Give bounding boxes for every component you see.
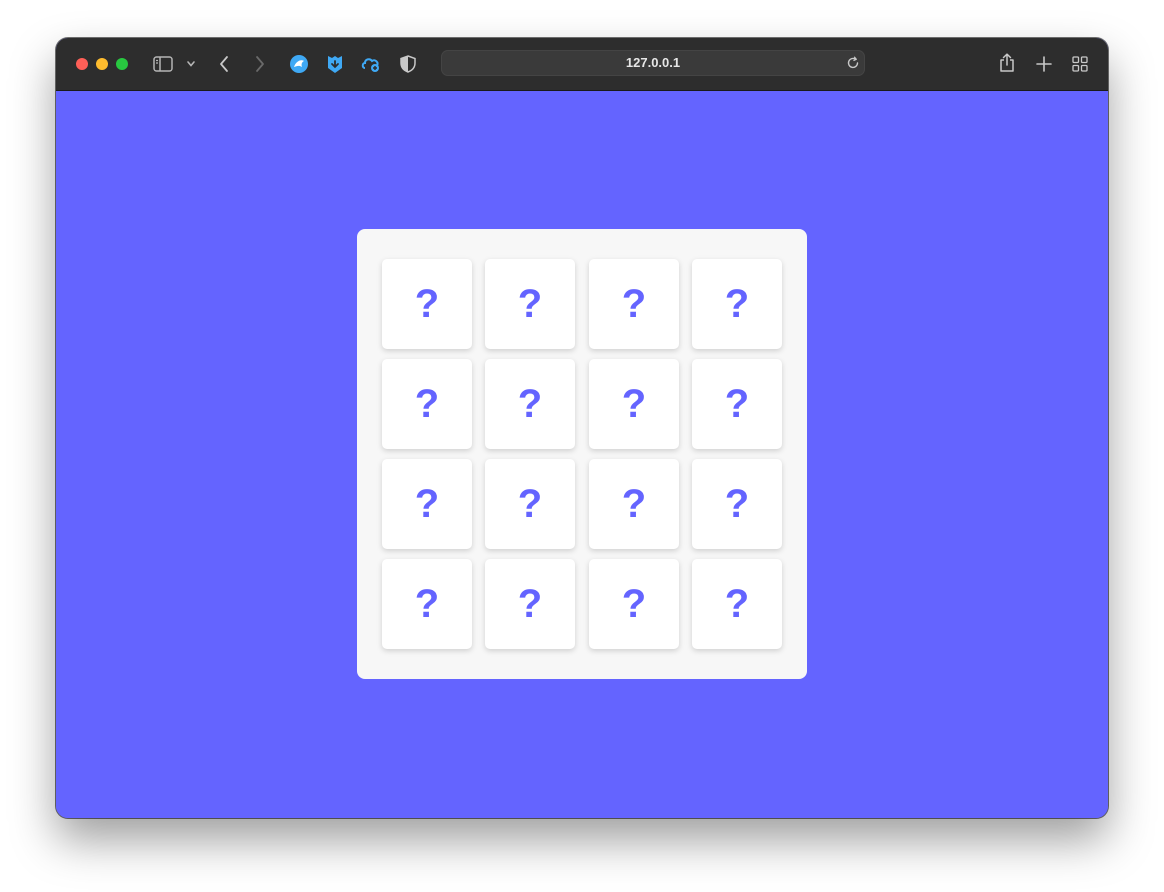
url-text: 127.0.0.1 bbox=[625, 55, 681, 70]
address-bar[interactable]: 127.0.0.1 bbox=[441, 50, 865, 76]
memory-card[interactable]: ? bbox=[692, 259, 782, 349]
extension-cloud-icon[interactable] bbox=[360, 53, 382, 75]
chevron-down-icon[interactable] bbox=[184, 58, 198, 70]
memory-card[interactable]: ? bbox=[382, 259, 472, 349]
minimize-window-button[interactable] bbox=[96, 58, 108, 70]
memory-card[interactable]: ? bbox=[485, 559, 575, 649]
question-mark-label: ? bbox=[517, 482, 543, 526]
zoom-window-button[interactable] bbox=[116, 58, 128, 70]
memory-game-board: ? ? ? ? ? ? ? ? ? ? ? ? ? ? ? ? bbox=[357, 229, 807, 679]
question-mark-label: ? bbox=[621, 282, 647, 326]
back-icon[interactable] bbox=[216, 54, 232, 74]
browser-toolbar: 127.0.0.1 bbox=[56, 38, 1108, 91]
memory-card[interactable]: ? bbox=[382, 559, 472, 649]
question-mark-label: ? bbox=[517, 382, 543, 426]
question-mark-label: ? bbox=[724, 282, 750, 326]
question-mark-label: ? bbox=[414, 582, 440, 626]
memory-card[interactable]: ? bbox=[485, 459, 575, 549]
memory-card[interactable]: ? bbox=[692, 559, 782, 649]
question-mark-label: ? bbox=[414, 382, 440, 426]
tab-overview-icon[interactable] bbox=[1069, 53, 1091, 75]
memory-card[interactable]: ? bbox=[382, 359, 472, 449]
extension-shield-icon[interactable] bbox=[324, 53, 346, 75]
question-mark-label: ? bbox=[724, 382, 750, 426]
memory-card[interactable]: ? bbox=[485, 259, 575, 349]
memory-card[interactable]: ? bbox=[589, 359, 679, 449]
share-icon[interactable] bbox=[996, 52, 1018, 74]
new-tab-icon[interactable] bbox=[1033, 53, 1055, 75]
memory-card[interactable]: ? bbox=[692, 459, 782, 549]
memory-card[interactable]: ? bbox=[692, 359, 782, 449]
memory-card[interactable]: ? bbox=[485, 359, 575, 449]
question-mark-label: ? bbox=[621, 382, 647, 426]
question-mark-label: ? bbox=[414, 482, 440, 526]
browser-window: 127.0.0.1 ? ? ? ? ? ? ? ? ? ? ? ? ? ? ? … bbox=[56, 38, 1108, 818]
memory-card[interactable]: ? bbox=[589, 459, 679, 549]
reload-icon[interactable] bbox=[846, 56, 860, 75]
memory-card[interactable]: ? bbox=[382, 459, 472, 549]
question-mark-label: ? bbox=[517, 282, 543, 326]
page-content: ? ? ? ? ? ? ? ? ? ? ? ? ? ? ? ? bbox=[56, 91, 1108, 818]
memory-card[interactable]: ? bbox=[589, 559, 679, 649]
privacy-shield-icon[interactable] bbox=[398, 53, 418, 75]
memory-card[interactable]: ? bbox=[589, 259, 679, 349]
question-mark-label: ? bbox=[724, 582, 750, 626]
extension-bird-icon[interactable] bbox=[288, 53, 310, 75]
question-mark-label: ? bbox=[414, 282, 440, 326]
question-mark-label: ? bbox=[621, 582, 647, 626]
question-mark-label: ? bbox=[517, 582, 543, 626]
forward-icon[interactable] bbox=[252, 54, 268, 74]
question-mark-label: ? bbox=[621, 482, 647, 526]
sidebar-icon[interactable] bbox=[152, 54, 174, 74]
close-window-button[interactable] bbox=[76, 58, 88, 70]
question-mark-label: ? bbox=[724, 482, 750, 526]
